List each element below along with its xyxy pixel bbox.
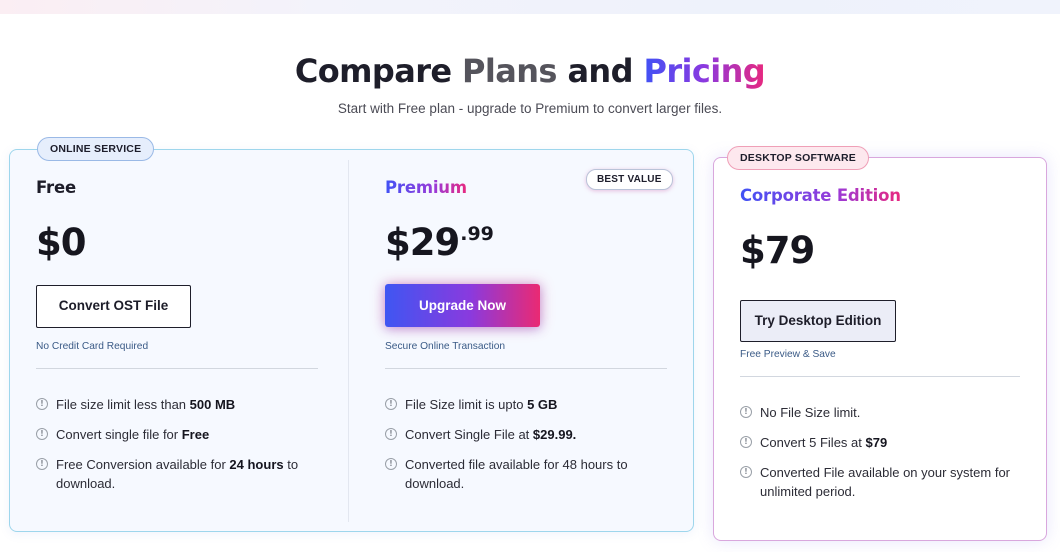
premium-price-cents: .99 [460,223,494,245]
info-circle-icon: ! [740,466,752,478]
feature-item: ! File size limit less than 500 MB [36,395,326,414]
feature-item: ! No File Size limit. [740,403,1030,422]
top-banner-strip [0,0,1060,14]
feature-item: ! Convert single file for Free [36,425,326,444]
info-circle-icon: ! [36,458,48,470]
corporate-plan-name: Corporate Edition [740,186,901,205]
title-word-and: and [567,52,633,90]
info-circle-icon: ! [385,458,397,470]
upgrade-now-button[interactable]: Upgrade Now [385,284,540,327]
free-plan-name: Free [36,178,76,197]
feature-text-bold: 24 hours [229,457,284,472]
convert-ost-file-button[interactable]: Convert OST File [36,285,191,328]
free-plan-divider [36,368,318,369]
page-subtitle: Start with Free plan - upgrade to Premiu… [337,101,723,116]
corporate-plan-price: $79 [740,229,815,272]
info-circle-icon: ! [740,436,752,448]
feature-text-pre: Convert single file for [56,427,182,442]
feature-text-bold: 500 MB [189,397,236,412]
feature-item: ! Free Conversion available for 24 hours … [36,455,326,493]
feature-text-pre: File size limit less than [56,397,190,412]
free-plan-note: No Credit Card Required [36,341,149,352]
premium-plan-price: $29.99 [385,221,494,264]
premium-plan-features: ! File Size limit is upto 5 GB! Convert Si… [385,395,675,504]
corporate-plan-features: ! No File Size limit. ! Convert 5 Files at … [740,403,1030,512]
feature-text-pre: No File Size limit. [760,405,861,420]
feature-text-pre: File Size limit is upto [405,397,528,412]
free-plan-price: $0 [36,221,86,264]
feature-item: ! Convert 5 Files at $79 [740,433,1030,452]
try-desktop-edition-button[interactable]: Try Desktop Edition [740,300,896,342]
desktop-software-tag: DESKTOP SOFTWARE [727,146,869,170]
corporate-plan-note: Free Preview & Save [740,349,836,360]
feature-text-pre: Converted file available for 48 hours to… [405,457,628,491]
feature-item: ! File Size limit is upto 5 GB [385,395,675,414]
feature-text-bold: 5 GB [527,397,558,412]
premium-price-dollars: $29 [385,221,460,264]
premium-plan-name: Premium [385,178,467,197]
info-circle-icon: ! [740,406,752,418]
feature-text-bold: $29.99. [532,427,577,442]
title-word-pricing: Pricing [643,52,766,90]
feature-text-pre: Free Conversion available for [56,457,230,472]
feature-text-pre: Convert Single File at [405,427,533,442]
feature-item: ! Converted File available on your system… [740,463,1030,501]
feature-text-pre: Converted File available on your system … [760,465,1011,499]
page-title: Compare Plans and Pricing [0,52,1060,90]
title-word-compare: Compare [294,52,452,90]
info-circle-icon: ! [36,428,48,440]
best-value-badge: BEST VALUE [586,169,673,190]
info-circle-icon: ! [385,428,397,440]
desktop-software-card: DESKTOP SOFTWARE Corporate Edition $79 T… [713,146,1047,541]
feature-item: ! Converted file available for 48 hours t… [385,455,675,493]
corporate-plan-divider [740,376,1020,377]
info-circle-icon: ! [36,398,48,410]
feature-text-bold: Free [181,427,210,442]
premium-plan-note: Secure Online Transaction [385,341,506,352]
feature-item: ! Convert Single File at $29.99. [385,425,675,444]
feature-text-bold: $79 [865,435,888,450]
free-plan-features: ! File size limit less than 500 MB! Conver… [36,395,326,504]
title-word-plans: Plans [462,52,557,90]
online-service-tag: ONLINE SERVICE [37,137,155,161]
premium-plan-divider [385,368,667,369]
info-circle-icon: ! [385,398,397,410]
online-service-card: ONLINE SERVICE Free $0 Convert OST File … [9,137,694,532]
plan-divider [348,160,349,522]
feature-text-pre: Convert 5 Files at [760,435,866,450]
